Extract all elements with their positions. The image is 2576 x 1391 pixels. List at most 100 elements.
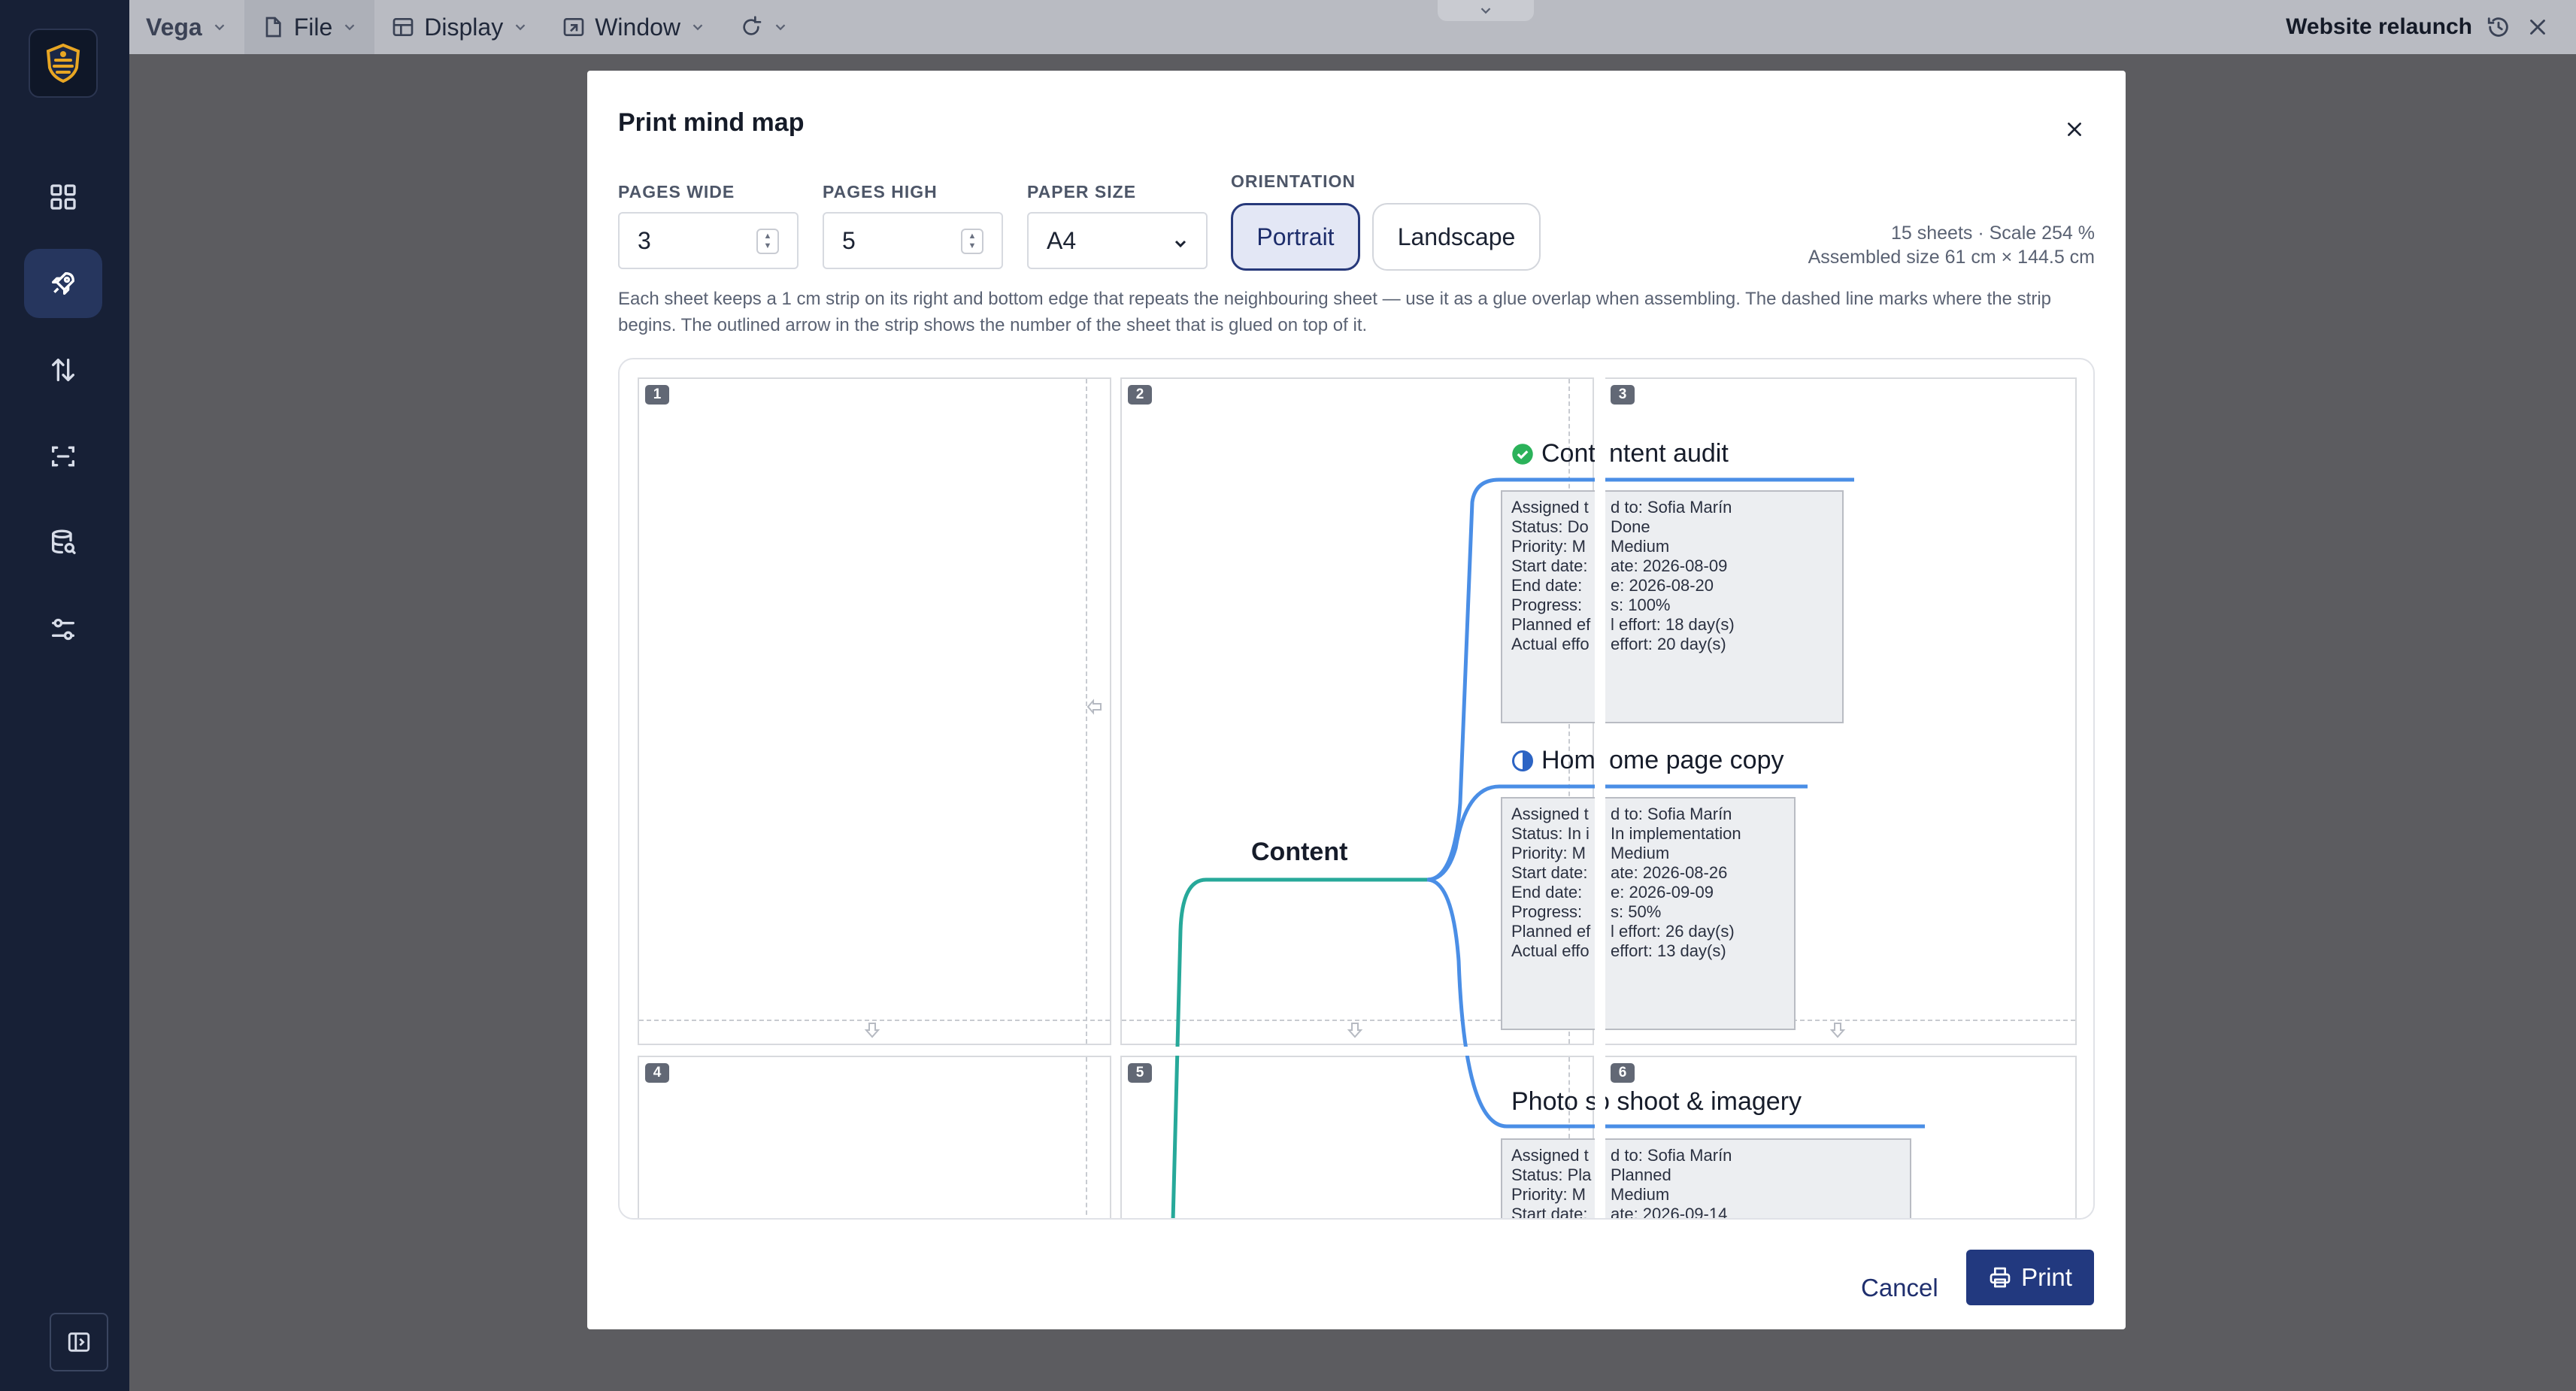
- chevron-down-icon: [1480, 8, 1491, 14]
- rail-database-button[interactable]: [24, 508, 102, 577]
- task-node-home-page-copy[interactable]: Hom: [1511, 746, 1596, 775]
- dialog-title: Print mind map: [618, 108, 805, 137]
- print-button[interactable]: Print: [1966, 1250, 2094, 1305]
- pages-high-label: PAGES HIGH: [823, 182, 938, 202]
- assembled-size-text: Assembled size 61 cm × 144.5 cm: [1808, 247, 2095, 268]
- sheet-number-2: 2: [1128, 385, 1152, 405]
- orientation-label: ORIENTATION: [1231, 171, 1356, 191]
- detail-line: l effort: 26 day(s): [1611, 922, 1735, 941]
- sidebar-toggle-icon: [68, 1332, 90, 1352]
- printer-icon: [1990, 1267, 2011, 1288]
- sheet-number-6: 6: [1611, 1063, 1635, 1083]
- glue-overlap-note: Each sheet keeps a 1 cm strip on its rig…: [618, 289, 2051, 335]
- sheet-number-1: 1: [645, 385, 669, 405]
- detail-line: Medium: [1611, 537, 1670, 556]
- task-details-box-continued: d to: Sofia Marín Planned Medium ate: 20…: [1602, 1138, 1911, 1220]
- grid-icon: [392, 18, 414, 36]
- cancel-button[interactable]: Cancel: [1844, 1260, 1955, 1316]
- top-menu-bar: Vega File Display Window Website relaunc…: [129, 0, 2576, 54]
- detail-line: d to: Sofia Marín: [1611, 498, 1732, 517]
- paper-size-select[interactable]: A4: [1027, 212, 1208, 269]
- sync-menu[interactable]: [723, 0, 805, 54]
- pages-wide-input[interactable]: 3 ▲ ▼: [618, 212, 799, 269]
- task-title-left: Hom: [1541, 746, 1596, 774]
- print-summary: 15 sheets · Scale 254 % Assembled size 6…: [1808, 221, 2095, 269]
- pages-high-value: 5: [842, 226, 856, 254]
- window-icon: [563, 18, 584, 36]
- detail-line: Medium: [1611, 844, 1670, 862]
- menu-file[interactable]: File: [244, 0, 375, 54]
- chevron-down-icon: [515, 24, 526, 31]
- detail-line: effort: 13 day(s): [1611, 941, 1726, 960]
- detail-line: Medium: [1611, 1185, 1670, 1204]
- root-node[interactable]: Content: [1251, 838, 1347, 867]
- orientation-portrait[interactable]: Portrait: [1231, 203, 1360, 271]
- chevron-down-icon: [775, 24, 786, 31]
- detail-line: Done: [1611, 517, 1650, 536]
- task-node-content-audit[interactable]: Cont: [1511, 439, 1596, 468]
- history-icon[interactable]: [2486, 14, 2511, 40]
- chevron-down-icon: [1174, 240, 1186, 248]
- glue-arrow-icon: [1829, 1023, 1846, 1038]
- scan-icon: [52, 446, 75, 467]
- sidebar-toggle-button[interactable]: [50, 1313, 108, 1371]
- sheet-number-3: 3: [1611, 385, 1635, 405]
- half-circle-icon: [1512, 750, 1533, 771]
- app-logo[interactable]: [29, 29, 98, 98]
- task-node-photo-shoot[interactable]: Photo s: [1511, 1087, 1598, 1117]
- pages-wide-label: PAGES WIDE: [618, 182, 735, 202]
- stepper-icon[interactable]: ▲ ▼: [961, 229, 983, 254]
- paper-size-value: A4: [1047, 226, 1077, 254]
- menu-window[interactable]: Window: [545, 0, 723, 54]
- menu-file-label: File: [293, 13, 333, 41]
- rail-scan-button[interactable]: [24, 422, 102, 491]
- sheets-scale-text: 15 sheets · Scale 254 %: [1891, 223, 2095, 244]
- mind-map-links: [1171, 477, 1925, 1218]
- sheet-number-5: 5: [1128, 1063, 1152, 1083]
- detail-line: ate: 2026-08-09: [1611, 556, 1728, 575]
- pages-high-input[interactable]: 5 ▲ ▼: [823, 212, 1003, 269]
- detail-line: In implementation: [1611, 824, 1741, 843]
- refresh-icon: [743, 16, 762, 35]
- sliders-icon: [52, 618, 75, 641]
- rocket-icon: [52, 272, 75, 295]
- pages-wide-value: 3: [638, 226, 651, 254]
- orientation-landscape[interactable]: Landscape: [1372, 203, 1541, 271]
- print-preview[interactable]: Content Cont ntent audit Assigned t Stat…: [618, 358, 2095, 1220]
- task-title-right: ome page copy: [1609, 746, 1784, 774]
- print-dialog: Print mind map PAGES WIDE 3 ▲ ▼ PAGES HIG…: [587, 71, 2126, 1329]
- task-title-left: Photo s: [1511, 1087, 1599, 1116]
- detail-line: l effort: 18 day(s): [1611, 615, 1735, 634]
- rail-sort-button[interactable]: [24, 335, 102, 405]
- close-document-icon[interactable]: [2525, 14, 2550, 40]
- close-button[interactable]: [2053, 108, 2096, 150]
- collapse-handle[interactable]: [1438, 0, 1534, 21]
- menu-display-label: Display: [424, 13, 504, 41]
- task-title-right: o shoot & imagery: [1596, 1087, 1802, 1116]
- menu-display[interactable]: Display: [374, 0, 545, 54]
- sheet-number-4: 4: [645, 1063, 669, 1083]
- rail-dashboard-button[interactable]: [24, 162, 102, 232]
- file-icon: [265, 17, 281, 38]
- detail-line: ate: 2026-08-26: [1611, 863, 1728, 882]
- row-seam: [639, 1047, 1890, 1056]
- chevron-down-icon: [692, 24, 703, 31]
- chevron-down-icon: [344, 24, 355, 31]
- detail-line: ate: 2026-09-14: [1611, 1205, 1728, 1220]
- database-search-icon: [52, 529, 76, 554]
- task-title-right: ntent audit: [1609, 439, 1729, 468]
- chevron-down-icon: [214, 24, 225, 31]
- shield-logo-icon: [46, 43, 80, 83]
- close-icon: [2068, 123, 2081, 136]
- stepper-icon[interactable]: ▲ ▼: [756, 229, 779, 254]
- left-rail: [0, 0, 129, 1391]
- glue-arrow-icon: [1347, 1023, 1363, 1038]
- check-circle-icon: [1512, 443, 1533, 465]
- rail-sliders-button[interactable]: [24, 595, 102, 664]
- task-details-box-continued: d to: Sofia Marín In implementation Medi…: [1602, 797, 1796, 1030]
- menu-window-label: Window: [595, 13, 681, 41]
- detail-line: Planned: [1611, 1165, 1671, 1184]
- rail-rocket-button[interactable]: [24, 249, 102, 318]
- app-menu[interactable]: Vega: [129, 0, 244, 54]
- document-title-area: Website relaunch: [2286, 0, 2550, 54]
